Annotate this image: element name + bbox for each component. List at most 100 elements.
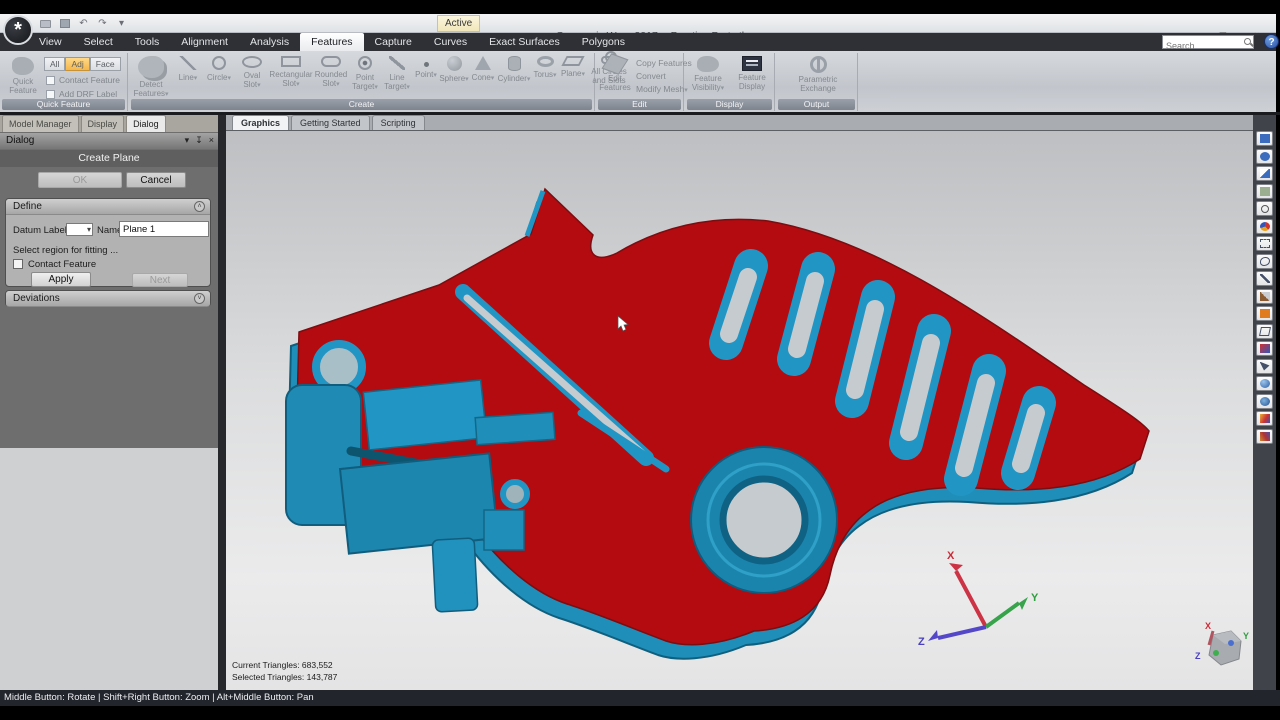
toggle-all[interactable]: All: [44, 57, 65, 71]
create-point-button[interactable]: Point: [413, 56, 439, 92]
center-boss: [691, 447, 837, 593]
viewport-tab-getting-started[interactable]: Getting Started: [291, 115, 370, 130]
point-icon: [424, 62, 429, 67]
tab-view[interactable]: View: [28, 33, 73, 51]
app-logo-icon[interactable]: *: [3, 15, 33, 45]
viewport-tab-graphics[interactable]: Graphics: [232, 115, 289, 130]
tab-curves[interactable]: Curves: [423, 33, 478, 51]
panel-splitter[interactable]: [218, 115, 226, 690]
sphere-tool-icon[interactable]: [1256, 394, 1273, 409]
tab-features[interactable]: Features: [300, 33, 363, 51]
help-icon[interactable]: ?: [1264, 34, 1279, 49]
select-ellipse-icon[interactable]: [1256, 254, 1273, 269]
create-torus-button[interactable]: Torus: [531, 56, 559, 92]
dialog-panel-header: Dialog ▾ ↧ ×: [0, 133, 218, 149]
customize-toolbar-caret-icon[interactable]: ▾: [114, 17, 129, 30]
modify-mesh-button[interactable]: Modify Mesh: [636, 83, 692, 97]
shading-mode-icon[interactable]: [1256, 219, 1273, 234]
create-sphere-button[interactable]: Sphere: [439, 56, 469, 92]
tab-alignment[interactable]: Alignment: [170, 33, 239, 51]
mesh-model[interactable]: X Y Z X Y Z: [226, 131, 1253, 690]
axis-x-label: X: [947, 550, 955, 562]
pan-view-icon[interactable]: [1256, 166, 1273, 181]
feature-display-button[interactable]: Feature Display: [731, 56, 773, 91]
name-input[interactable]: [119, 221, 209, 237]
convert-button[interactable]: Convert: [636, 70, 692, 83]
undo-icon[interactable]: ↶: [76, 17, 91, 30]
cancel-button[interactable]: Cancel: [126, 172, 186, 188]
panel-tab-dialog[interactable]: Dialog: [126, 115, 166, 132]
viewport-tab-scripting[interactable]: Scripting: [372, 115, 425, 130]
image-tool-icon[interactable]: [1256, 429, 1273, 444]
tab-exact-surfaces[interactable]: Exact Surfaces: [478, 33, 571, 51]
nav-cube[interactable]: X Y Z: [1195, 621, 1249, 665]
save-icon[interactable]: [57, 17, 72, 30]
panel-tab-model-manager[interactable]: Model Manager: [2, 115, 79, 132]
create-circle-button[interactable]: Circle: [203, 56, 235, 92]
parametric-exchange-icon: [810, 56, 827, 73]
detect-features-button[interactable]: Detect Features: [130, 56, 172, 99]
panel-tab-display[interactable]: Display: [81, 115, 125, 132]
create-plane-button[interactable]: Plane: [559, 56, 587, 92]
search-icon[interactable]: [1244, 38, 1251, 45]
rotate-view-icon[interactable]: [1256, 149, 1273, 164]
deviations-section-header[interactable]: Deviations ˅: [6, 291, 210, 307]
tab-polygons[interactable]: Polygons: [571, 33, 636, 51]
create-rounded-slot-button[interactable]: Rounded Slot: [313, 56, 349, 92]
apply-button[interactable]: Apply: [31, 272, 91, 287]
define-section-header[interactable]: Define ˄: [6, 199, 210, 215]
tab-capture[interactable]: Capture: [364, 33, 423, 51]
contact-feature-checkbox-dialog[interactable]: [13, 259, 23, 269]
fit-view-icon[interactable]: [1256, 184, 1273, 199]
panel-menu-caret-icon[interactable]: ▾: [185, 135, 190, 146]
create-rectangular-slot-button[interactable]: Rectangular Slot: [269, 56, 313, 92]
create-cylinder-button[interactable]: Cylinder: [497, 56, 531, 92]
expand-section-icon[interactable]: ˅: [194, 293, 205, 304]
contact-feature-checkbox[interactable]: [46, 76, 55, 85]
zoom-window-icon[interactable]: [1256, 201, 1273, 216]
group-create: Detect Features Line Circle Oval Slot Re…: [129, 53, 595, 111]
create-line-button[interactable]: Line: [173, 56, 203, 92]
panel-empty-area: [0, 448, 218, 690]
tab-select[interactable]: Select: [73, 33, 124, 51]
select-rectangle-icon[interactable]: [1256, 236, 1273, 251]
copy-features-button[interactable]: Copy Features: [636, 57, 692, 70]
ok-button[interactable]: OK: [38, 172, 122, 188]
graphics-viewport[interactable]: X Y Z X Y Z Current Triangles: 683,552 S…: [226, 131, 1253, 690]
texture-tool-icon[interactable]: [1256, 411, 1273, 426]
tab-tools[interactable]: Tools: [124, 33, 171, 51]
globe-tool-icon[interactable]: [1256, 376, 1273, 391]
toggle-face[interactable]: Face: [90, 57, 121, 71]
collapse-section-icon[interactable]: ˄: [194, 201, 205, 212]
create-point-target-button[interactable]: Point Target: [349, 56, 381, 92]
select-brush-icon[interactable]: [1256, 289, 1273, 304]
feature-visibility-button[interactable]: Feature Visibility: [687, 56, 729, 93]
group-label-create: Create: [131, 99, 592, 110]
edit-features-button[interactable]: Edit Features: [596, 56, 634, 92]
select-line-icon[interactable]: [1256, 271, 1273, 286]
panel-close-icon[interactable]: ×: [209, 135, 214, 146]
select-lasso-icon[interactable]: [1256, 306, 1273, 321]
add-drf-label-checkbox[interactable]: [46, 90, 55, 99]
datum-label-dropdown[interactable]: [66, 223, 93, 236]
group-display: Feature Visibility Feature Display Displ…: [685, 53, 775, 111]
detect-features-icon: [138, 56, 164, 78]
contact-feature-checkbox-row[interactable]: Contact Feature: [46, 75, 120, 85]
select-polygon-icon[interactable]: [1256, 324, 1273, 339]
open-icon[interactable]: [38, 17, 53, 30]
create-cone-button[interactable]: Cone: [469, 56, 497, 92]
parametric-exchange-button[interactable]: Parametric Exchange: [794, 56, 842, 93]
paint-select-icon[interactable]: [1256, 341, 1273, 356]
add-drf-label-checkbox-row[interactable]: Add DRF Label: [46, 89, 117, 99]
pick-tool-icon[interactable]: [1256, 359, 1273, 374]
panel-pin-icon[interactable]: ↧: [195, 135, 203, 146]
create-line-target-button[interactable]: Line Target: [381, 56, 413, 92]
create-oval-slot-button[interactable]: Oval Slot: [235, 56, 269, 92]
quick-feature-button[interactable]: Quick Feature: [2, 57, 44, 95]
quick-access-toolbar: ↶ ↷ ▾: [38, 15, 129, 32]
tab-analysis[interactable]: Analysis: [239, 33, 300, 51]
toggle-adj[interactable]: Adj: [65, 57, 89, 71]
next-button[interactable]: Next: [132, 273, 188, 287]
display-mode-icon[interactable]: [1256, 131, 1273, 146]
redo-icon[interactable]: ↷: [95, 17, 110, 30]
